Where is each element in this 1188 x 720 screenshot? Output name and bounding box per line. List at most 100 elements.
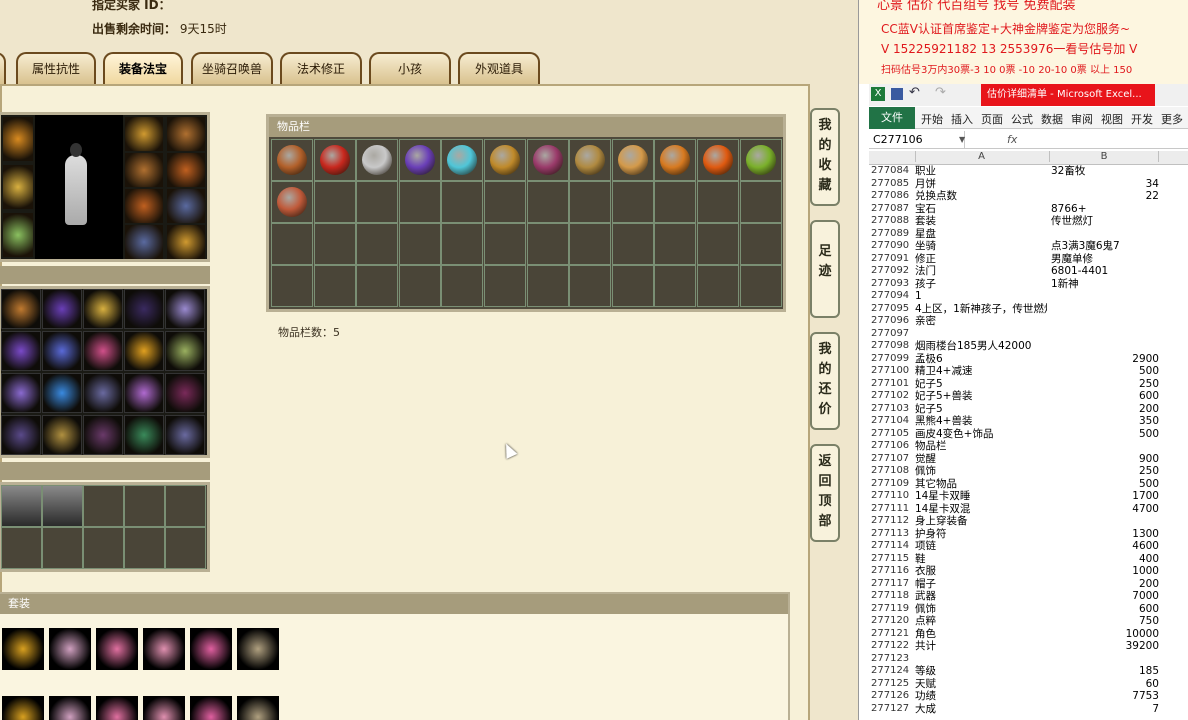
inventory-slot[interactable] — [739, 223, 782, 265]
inventory-slot[interactable] — [569, 181, 612, 223]
card-slot[interactable] — [83, 485, 124, 527]
row-number[interactable]: 277126 — [871, 690, 913, 703]
row-number[interactable]: 277113 — [871, 528, 913, 541]
cell-a[interactable]: 套装 — [915, 215, 1047, 228]
row-number[interactable]: 277119 — [871, 603, 913, 616]
cell-a[interactable]: 精卫4+减速 — [915, 365, 1047, 378]
outfit-item-icon[interactable] — [237, 696, 279, 720]
cell-a[interactable]: 妃子5+兽装 — [915, 390, 1047, 403]
name-box-dropdown-icon[interactable]: ▼ — [959, 135, 965, 144]
row-number[interactable]: 277110 — [871, 490, 913, 503]
inventory-slot[interactable] — [739, 181, 782, 223]
cell-a[interactable]: 大成 — [915, 703, 1047, 716]
equipment-slot[interactable] — [167, 153, 205, 187]
row-number[interactable]: 277124 — [871, 665, 913, 678]
inventory-slot[interactable] — [313, 265, 356, 307]
cell-b[interactable]: 350 — [1051, 415, 1159, 428]
column-a-header[interactable]: A — [915, 151, 1047, 162]
inventory-slot[interactable] — [697, 223, 739, 265]
skill-slot[interactable] — [165, 415, 205, 455]
back-to-top-button[interactable]: 返回顶部 — [810, 444, 840, 542]
cell-b[interactable]: 900 — [1051, 453, 1159, 466]
row-number[interactable]: 277097 — [871, 328, 913, 341]
cell-a[interactable]: 星盘 — [915, 228, 1047, 241]
cell-a[interactable]: 护身符 — [915, 528, 1047, 541]
ribbon-tab-file[interactable]: 文件 — [869, 107, 915, 129]
skill-slot[interactable] — [83, 289, 123, 329]
ribbon-tab-view[interactable]: 视图 — [1101, 111, 1123, 127]
cell-b[interactable]: 2900 — [1051, 353, 1159, 366]
inventory-slot[interactable] — [697, 181, 739, 223]
cell-b[interactable]: 男魔单修 — [1051, 253, 1159, 266]
tab-spell-correction[interactable]: 法术修正 — [280, 52, 362, 84]
tab-appearance[interactable]: 外观道具 — [458, 52, 540, 84]
cell-b[interactable]: 250 — [1051, 378, 1159, 391]
row-number[interactable]: 277117 — [871, 578, 913, 591]
row-number[interactable]: 277084 — [871, 165, 913, 178]
cell-a[interactable]: 兑换点数 — [915, 190, 1047, 203]
row-number[interactable]: 277094 — [871, 290, 913, 303]
inventory-slot[interactable] — [697, 265, 739, 307]
cell-a[interactable]: 衣服 — [915, 565, 1047, 578]
equipment-slot[interactable] — [3, 213, 33, 257]
cell-a[interactable]: 黑熊4+兽装 — [915, 415, 1047, 428]
skill-slot[interactable] — [165, 289, 205, 329]
cell-a[interactable]: 功绩 — [915, 690, 1047, 703]
inventory-slot[interactable] — [271, 139, 313, 181]
inventory-slot[interactable] — [611, 139, 654, 181]
inventory-slot[interactable] — [441, 181, 484, 223]
cell-a[interactable]: 身上穿装备 — [915, 515, 1047, 528]
equipment-slot[interactable] — [167, 189, 205, 223]
ribbon-tab-home[interactable]: 开始 — [921, 111, 943, 127]
inventory-slot[interactable] — [271, 265, 313, 307]
cell-b[interactable]: 39200 — [1051, 640, 1159, 653]
inventory-slot[interactable] — [697, 139, 739, 181]
cell-b[interactable]: 7000 — [1051, 590, 1159, 603]
inventory-slot[interactable] — [484, 265, 526, 307]
cell-a[interactable]: 项链 — [915, 540, 1047, 553]
cell-b[interactable]: 6801-4401 — [1051, 265, 1159, 278]
cell-a[interactable]: 等级 — [915, 665, 1047, 678]
inventory-slot[interactable] — [654, 223, 697, 265]
tab-equipment[interactable]: 装备法宝 — [103, 52, 183, 84]
cell-a[interactable]: 鞋 — [915, 553, 1047, 566]
skill-slot[interactable] — [42, 373, 82, 413]
inventory-slot[interactable] — [441, 265, 484, 307]
skill-slot[interactable] — [1, 373, 41, 413]
cell-a[interactable]: 共计 — [915, 640, 1047, 653]
row-number[interactable]: 277095 — [871, 303, 913, 316]
row-number[interactable]: 277114 — [871, 540, 913, 553]
tab-mounts-pets[interactable]: 坐骑召唤兽 — [191, 52, 273, 84]
outfit-item-icon[interactable] — [96, 628, 138, 670]
cell-b[interactable]: 400 — [1051, 553, 1159, 566]
cell-a[interactable]: 坐骑 — [915, 240, 1047, 253]
inventory-slot[interactable] — [569, 139, 612, 181]
inventory-slot[interactable] — [526, 181, 569, 223]
inventory-slot[interactable] — [398, 139, 441, 181]
undo-icon[interactable]: ↶ — [909, 85, 920, 100]
cell-a[interactable]: 觉醒 — [915, 453, 1047, 466]
cell-a[interactable]: 职业 — [915, 165, 1047, 178]
row-number[interactable]: 277127 — [871, 703, 913, 716]
row-number[interactable]: 277123 — [871, 653, 913, 666]
card-slot[interactable] — [124, 485, 165, 527]
cell-a[interactable]: 天赋 — [915, 678, 1047, 691]
cell-b[interactable]: 500 — [1051, 428, 1159, 441]
skill-slot[interactable] — [83, 373, 123, 413]
tab-partial[interactable] — [0, 52, 6, 84]
inventory-slot[interactable] — [611, 223, 654, 265]
skill-slot[interactable] — [42, 289, 82, 329]
row-number[interactable]: 277087 — [871, 203, 913, 216]
outfit-item-icon[interactable] — [2, 696, 44, 720]
cell-b[interactable]: 250 — [1051, 465, 1159, 478]
outfit-item-icon[interactable] — [143, 628, 185, 670]
cell-b[interactable]: 32畜牧 — [1051, 165, 1159, 178]
row-number[interactable]: 277125 — [871, 678, 913, 691]
inventory-slot[interactable] — [398, 223, 441, 265]
inventory-slot[interactable] — [739, 265, 782, 307]
cell-a[interactable]: 孩子 — [915, 278, 1047, 291]
inventory-slot[interactable] — [398, 181, 441, 223]
tab-attributes[interactable]: 属性抗性 — [16, 52, 96, 84]
cell-b[interactable]: 185 — [1051, 665, 1159, 678]
cell-b[interactable]: 7 — [1051, 703, 1159, 716]
